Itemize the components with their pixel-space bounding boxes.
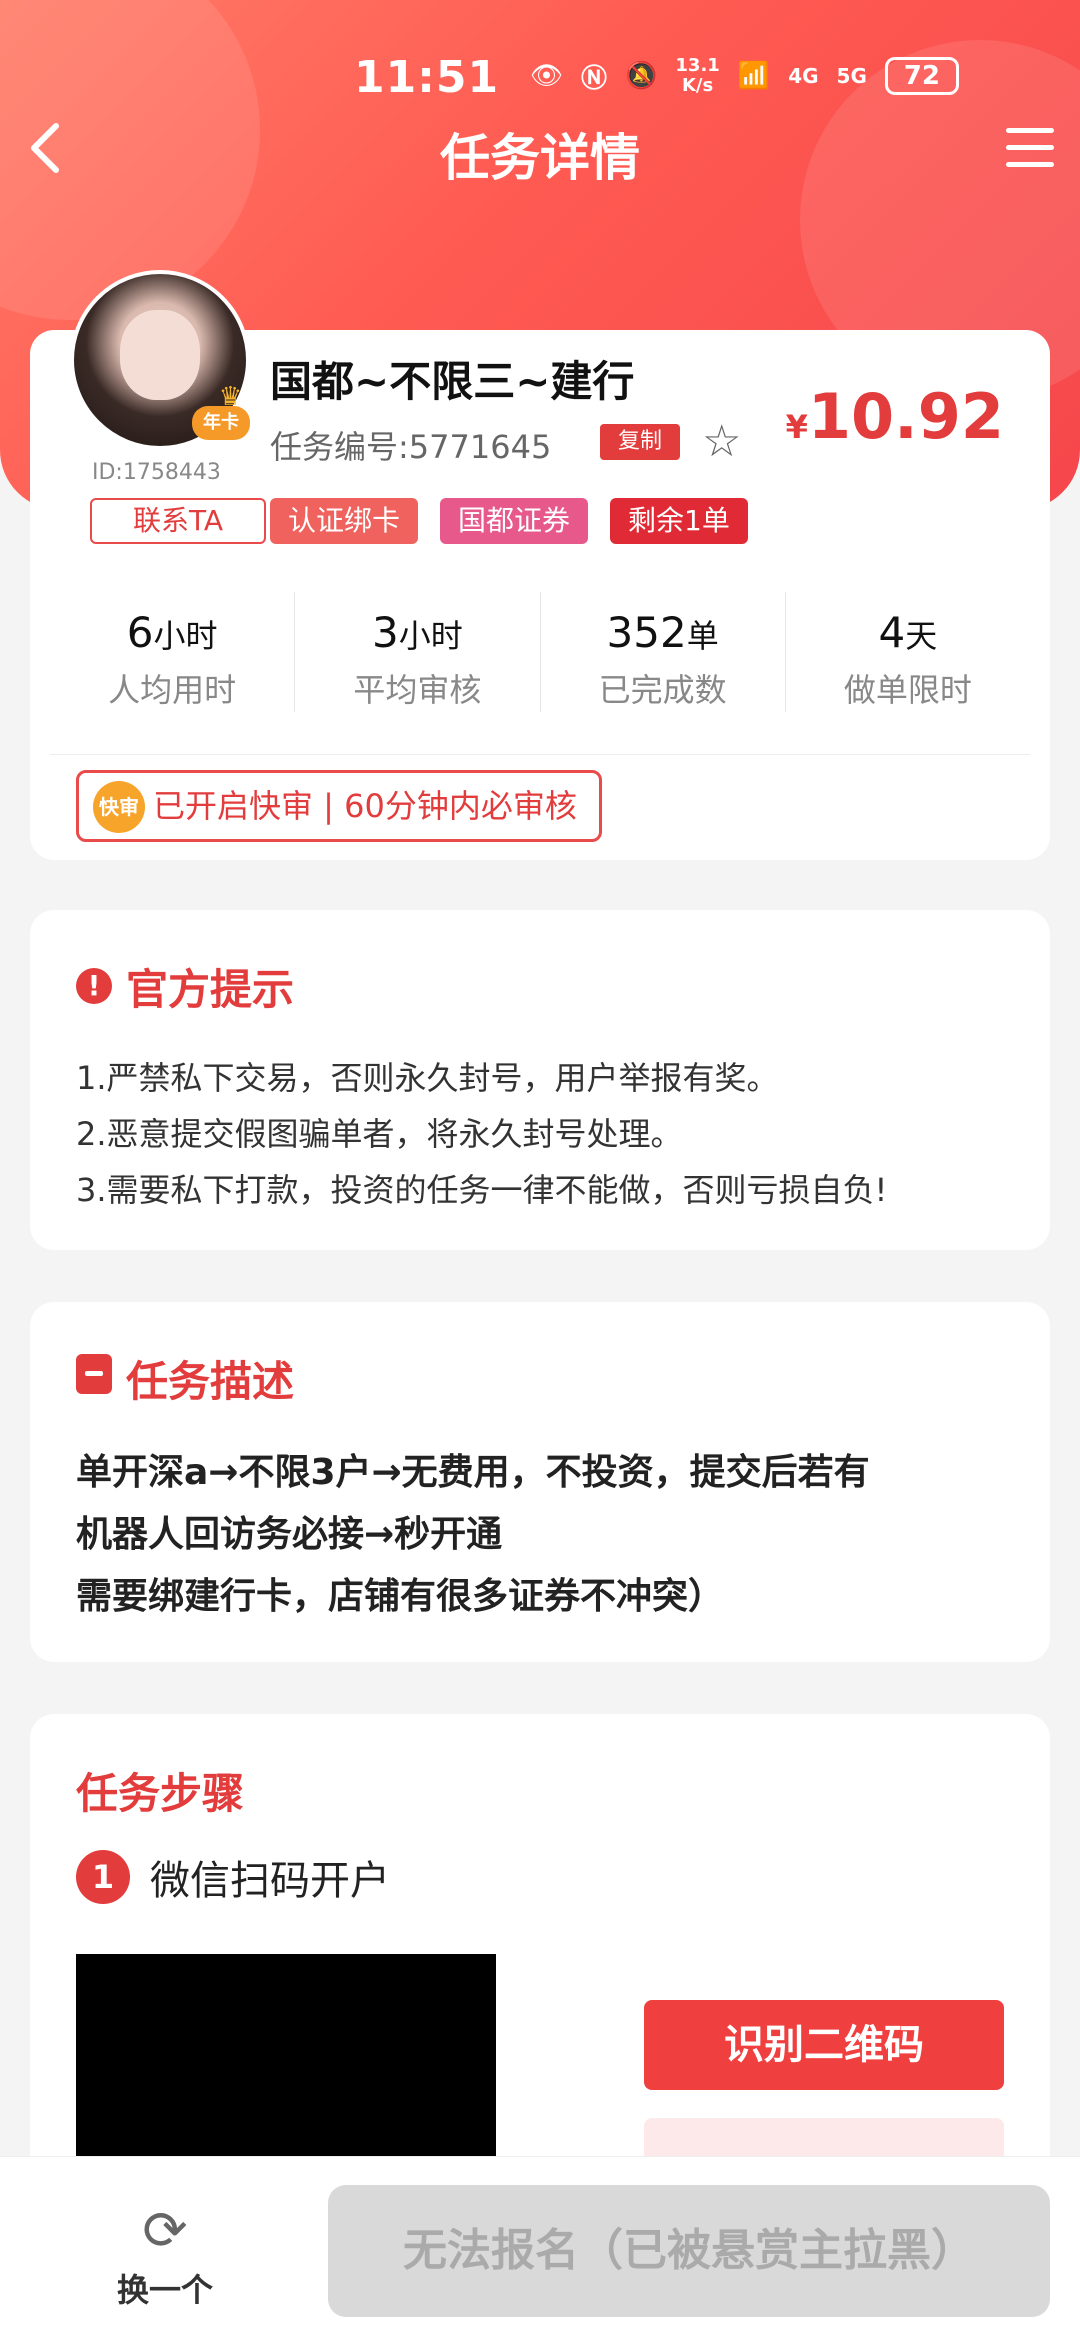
stat-avg-review: 3小时 平均审核 [295, 592, 541, 712]
stat-unit: 小时 [398, 617, 463, 655]
avatar-face [120, 310, 200, 400]
step-number: 1 [76, 1850, 130, 1904]
step-text: 微信扫码开户 [150, 1858, 390, 1904]
wifi-icon: 📶 [737, 61, 771, 91]
avatar[interactable]: ♛ 年卡 [70, 270, 250, 450]
refresh-icon: ⟳ [142, 2199, 188, 2262]
tag-broker: 国都证券 [440, 498, 589, 544]
task-description-card: 任务描述 单开深a→不限3户→无费用，不投资，提交后若有 机器人回访务必接→秒开… [30, 1302, 1050, 1662]
page-title: 任务详情 [440, 129, 640, 187]
year-card-badge: 年卡 [192, 406, 250, 440]
official-notice-card: ! 官方提示 1.严禁私下交易，否则永久封号，用户举报有奖。 2.恶意提交假图骗… [30, 910, 1050, 1250]
notice-line: 3.需要私下打款，投资的任务一律不能做，否则亏损自负! [76, 1171, 888, 1209]
mute-icon: 🔕 [625, 61, 658, 91]
notice-line: 1.严禁私下交易，否则永久封号，用户举报有奖。 [76, 1059, 779, 1097]
bottom-action-bar: ⟳ 换一个 无法报名（已被悬赏主拉黑） [0, 2156, 1080, 2340]
description-title: 任务描述 [126, 1357, 295, 1406]
swap-label: 换一个 [116, 2271, 213, 2309]
warning-icon: ! [76, 968, 112, 1004]
nav-bar: 任务详情 [0, 112, 1080, 192]
stat-unit: 天 [905, 617, 938, 655]
stat-label: 平均审核 [353, 671, 482, 709]
signup-button[interactable]: 无法报名（已被悬赏主拉黑） [328, 2185, 1050, 2317]
price-value: 10.92 [807, 380, 1004, 453]
stat-value: 4 [878, 608, 906, 657]
user-id: ID:1758443 [92, 460, 221, 485]
stat-label: 做单限时 [843, 671, 972, 709]
stat-avg-time: 6小时 人均用时 [50, 592, 296, 712]
notice-title: 官方提示 [126, 965, 295, 1014]
price-currency: ¥ [785, 408, 808, 446]
menu-icon-line [1006, 162, 1054, 167]
step-item: 1 微信扫码开户 [76, 1848, 390, 1906]
fast-review-text: 已开启快审 | 60分钟内必审核 [153, 787, 577, 825]
notice-line: 2.恶意提交假图骗单者，将永久封号处理。 [76, 1115, 683, 1153]
task-summary-card: ♛ 年卡 ID:1758443 联系TA 国都~不限三~建行 任务编号:5771… [30, 270, 1050, 860]
signal-5g-icon: 5G [836, 64, 867, 88]
eye-icon: 👁 [530, 61, 564, 91]
task-title: 国都~不限三~建行 [270, 357, 635, 406]
notice-lines: 1.严禁私下交易，否则永久封号，用户举报有奖。 2.恶意提交假图骗单者，将永久封… [76, 1050, 1016, 1218]
task-price: ¥10.92 [786, 380, 1004, 453]
stat-time-limit: 4天 做单限时 [786, 592, 1030, 712]
task-stats: 6小时 人均用时 3小时 平均审核 352单 已完成数 4天 做单限时 [50, 592, 1030, 712]
signal-4g-icon: 4G [788, 64, 819, 88]
favorite-star-icon[interactable]: ☆ [702, 416, 741, 467]
net-speed: 13.1 K/s [675, 55, 720, 96]
stat-value: 352 [606, 608, 687, 657]
description-line: 单开深a→不限3户→无费用，不投资，提交后若有 [76, 1452, 870, 1493]
fast-review-banner: 快审 已开启快审 | 60分钟内必审核 [76, 770, 602, 842]
stat-value: 6 [126, 608, 154, 657]
swap-task-button[interactable]: ⟳ 换一个 [92, 2201, 238, 2311]
copy-button[interactable]: 复制 [600, 424, 680, 460]
description-text: 单开深a→不限3户→无费用，不投资，提交后若有 机器人回访务必接→秒开通 需要绑… [76, 1442, 1016, 1628]
status-icons: 👁 Ⓝ 🔕 13.1 K/s 📶 4G 5G 72 [530, 56, 959, 96]
document-icon [76, 1354, 112, 1394]
status-time: 11:51 [354, 52, 500, 103]
task-number: 任务编号:5771645 [270, 428, 552, 466]
stat-value: 3 [372, 608, 399, 657]
scan-qr-button[interactable]: 识别二维码 [644, 2000, 1004, 2090]
tag-verify-card: 认证绑卡 [270, 498, 419, 544]
menu-icon-line [1006, 145, 1054, 150]
steps-title: 任务步骤 [76, 1769, 245, 1818]
stat-completed: 352单 已完成数 [541, 592, 786, 712]
stat-unit: 小时 [153, 617, 218, 655]
description-line: 机器人回访务必接→秒开通 [76, 1514, 503, 1555]
stat-label: 已完成数 [598, 671, 727, 709]
menu-button[interactable] [1006, 128, 1054, 172]
fast-review-icon: 快审 [93, 781, 145, 833]
contact-button[interactable]: 联系TA [90, 498, 266, 544]
stat-label: 人均用时 [108, 671, 237, 709]
task-tags: 认证绑卡 国都证券 剩余1单 [270, 498, 748, 544]
divider [50, 754, 1030, 755]
nfc-icon: Ⓝ [581, 63, 608, 94]
description-line: 需要绑建行卡，店铺有很多证券不冲突） [76, 1576, 725, 1617]
battery-icon: 72 [884, 57, 959, 95]
stat-unit: 单 [686, 617, 719, 655]
tag-remaining: 剩余1单 [610, 498, 748, 544]
menu-icon-line [1006, 128, 1054, 133]
status-bar: 11:51 👁 Ⓝ 🔕 13.1 K/s 📶 4G 5G 72 [0, 52, 1080, 108]
